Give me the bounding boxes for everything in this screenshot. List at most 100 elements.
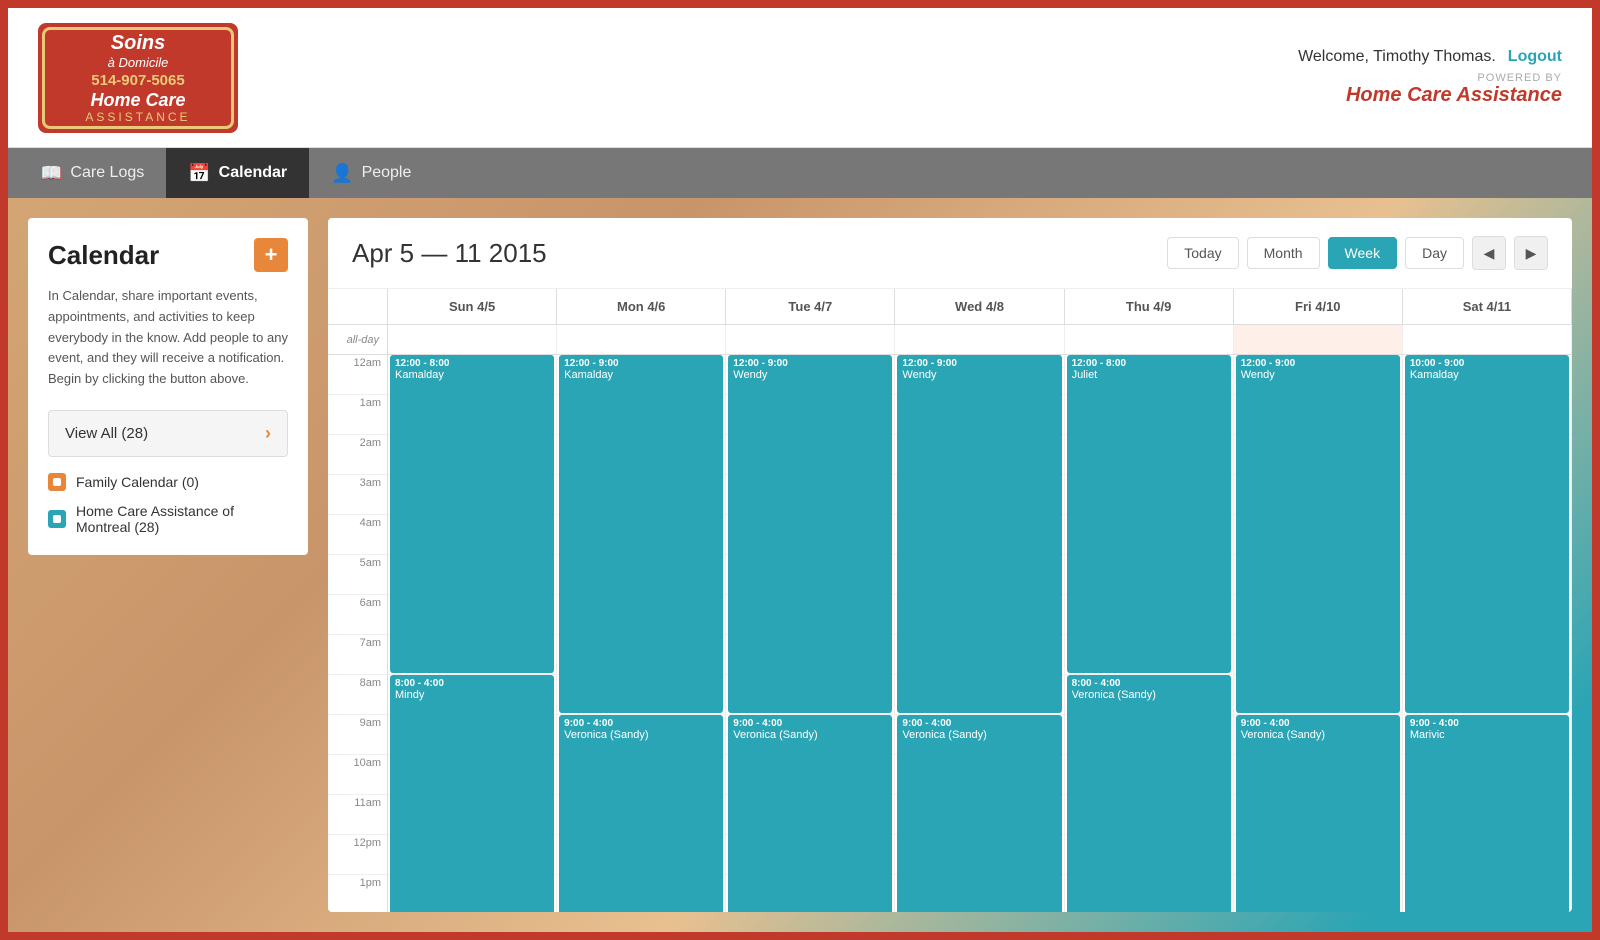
event-time-label: 8:00 - 4:00 xyxy=(1072,678,1226,689)
day-col-thu: 12:00 - 8:00Juliet8:00 - 4:00Veronica (S… xyxy=(1065,355,1234,912)
sidebar-description: In Calendar, share important events, app… xyxy=(48,286,288,390)
event-sun-Mindy[interactable]: 8:00 - 4:00Mindy xyxy=(390,675,554,912)
event-sat-Marivic[interactable]: 9:00 - 4:00Marivic xyxy=(1405,715,1569,912)
event-name-label: Kamalday xyxy=(564,369,718,381)
time-label-1am: 1am xyxy=(360,397,381,409)
event-fri-Veronica-(Sandy)[interactable]: 9:00 - 4:00Veronica (Sandy) xyxy=(1236,715,1400,912)
day-button[interactable]: Day xyxy=(1405,237,1464,269)
sidebar-title-row: Calendar + xyxy=(48,238,288,272)
nav-item-people[interactable]: 👤 People xyxy=(309,148,433,198)
time-label-1pm: 1pm xyxy=(360,877,381,889)
event-time-label: 10:00 - 9:00 xyxy=(1410,358,1564,369)
nav-item-calendar[interactable]: 📅 Calendar xyxy=(166,148,309,198)
powered-brand: Home Care Assistance xyxy=(1346,84,1562,107)
event-name-label: Kamalday xyxy=(1410,369,1564,381)
event-name-label: Kamalday xyxy=(395,369,549,381)
event-wed-Wendy[interactable]: 12:00 - 9:00Wendy xyxy=(897,355,1061,713)
family-calendar-label: Family Calendar (0) xyxy=(76,474,199,490)
prev-button[interactable]: ◀ xyxy=(1472,236,1506,270)
event-time-label: 12:00 - 8:00 xyxy=(395,358,549,369)
family-calendar-dot xyxy=(48,473,66,491)
event-mon-Veronica-(Sandy)[interactable]: 9:00 - 4:00Veronica (Sandy) xyxy=(559,715,723,912)
nav-bar: 📖 Care Logs 📅 Calendar 👤 People xyxy=(8,148,1592,198)
all-day-mon xyxy=(557,325,726,354)
day-header-sat: Sat 4/11 xyxy=(1403,289,1572,324)
event-time-label: 12:00 - 8:00 xyxy=(1072,358,1226,369)
hca-calendar-dot xyxy=(48,510,66,528)
time-label-5am: 5am xyxy=(360,557,381,569)
event-wed-Veronica-(Sandy)[interactable]: 9:00 - 4:00Veronica (Sandy) xyxy=(897,715,1061,912)
event-tue-Veronica-(Sandy)[interactable]: 9:00 - 4:00Veronica (Sandy) xyxy=(728,715,892,912)
all-day-label: all-day xyxy=(328,325,388,354)
add-event-button[interactable]: + xyxy=(254,238,288,272)
powered-by-label: POWERED BY xyxy=(1346,72,1562,84)
calendar-date-range: Apr 5 — 11 2015 xyxy=(352,238,547,269)
logo-phone: 514-907-5065 xyxy=(91,72,184,89)
event-time-label: 12:00 - 9:00 xyxy=(902,358,1056,369)
time-label-9am: 9am xyxy=(360,717,381,729)
event-time-label: 12:00 - 9:00 xyxy=(733,358,887,369)
time-slot-7am: 7am xyxy=(328,635,388,675)
week-button[interactable]: Week xyxy=(1328,237,1398,269)
calendar-panel: Apr 5 — 11 2015 Today Month Week Day ◀ ▶ xyxy=(328,218,1572,912)
event-fri-Wendy[interactable]: 12:00 - 9:00Wendy xyxy=(1236,355,1400,713)
logo-a-domicile: à Domicile xyxy=(108,55,169,70)
event-time-label: 9:00 - 4:00 xyxy=(564,718,718,729)
event-time-label: 9:00 - 4:00 xyxy=(1241,718,1395,729)
calendar-sources: Family Calendar (0) Home Care Assistance… xyxy=(48,473,288,535)
time-slot-12pm: 12pm xyxy=(328,835,388,875)
logout-link[interactable]: Logout xyxy=(1508,48,1562,66)
today-button[interactable]: Today xyxy=(1167,237,1238,269)
calendar-grid[interactable]: Sun 4/5 Mon 4/6 Tue 4/7 Wed 4/8 Thu 4/9 … xyxy=(328,289,1572,912)
calendar-source-family: Family Calendar (0) xyxy=(48,473,288,491)
event-tue-Wendy[interactable]: 12:00 - 9:00Wendy xyxy=(728,355,892,713)
event-sat-Kamalday[interactable]: 10:00 - 9:00Kamalday xyxy=(1405,355,1569,713)
time-slot-10am: 10am xyxy=(328,755,388,795)
event-name-label: Mindy xyxy=(395,689,549,701)
view-all-arrow-icon: › xyxy=(265,423,271,444)
day-header-sun: Sun 4/5 xyxy=(388,289,557,324)
header-right: Welcome, Timothy Thomas. Logout POWERED … xyxy=(1298,48,1562,107)
all-day-wed xyxy=(895,325,1064,354)
time-label-3am: 3am xyxy=(360,477,381,489)
logo-homecare: Home Care xyxy=(90,91,185,111)
time-header-spacer xyxy=(328,289,388,324)
time-slot-6am: 6am xyxy=(328,595,388,635)
event-name-label: Juliet xyxy=(1072,369,1226,381)
welcome-message: Welcome, Timothy Thomas. xyxy=(1298,48,1496,66)
event-thu-Juliet[interactable]: 12:00 - 8:00Juliet xyxy=(1067,355,1231,673)
event-mon-Kamalday[interactable]: 12:00 - 9:00Kamalday xyxy=(559,355,723,713)
logo-assistance: ASSISTANCE xyxy=(85,110,190,124)
time-slot-12am: 12am xyxy=(328,355,388,395)
all-day-tue xyxy=(726,325,895,354)
event-time-label: 9:00 - 4:00 xyxy=(1410,718,1564,729)
sidebar-card: Calendar + In Calendar, share important … xyxy=(28,218,308,555)
view-all-button[interactable]: View All (28) › xyxy=(48,410,288,457)
care-logs-icon: 📖 xyxy=(40,163,62,184)
time-grid: 12am1am2am3am4am5am6am7am8am9am10am11am1… xyxy=(328,355,1572,912)
event-name-label: Wendy xyxy=(1241,369,1395,381)
day-col-tue: 12:00 - 9:00Wendy9:00 - 4:00Veronica (Sa… xyxy=(726,355,895,912)
event-name-label: Veronica (Sandy) xyxy=(733,729,887,741)
time-label-8am: 8am xyxy=(360,677,381,689)
nav-item-care-logs[interactable]: 📖 Care Logs xyxy=(18,148,166,198)
calendar-controls: Today Month Week Day ◀ ▶ xyxy=(1167,236,1548,270)
content-area: Calendar + In Calendar, share important … xyxy=(8,198,1592,932)
nav-label-people: People xyxy=(362,164,412,182)
all-day-fri xyxy=(1234,325,1403,354)
all-day-row: all-day xyxy=(328,325,1572,355)
time-label-10am: 10am xyxy=(353,757,381,769)
next-button[interactable]: ▶ xyxy=(1514,236,1548,270)
event-thu-Veronica-(Sandy)[interactable]: 8:00 - 4:00Veronica (Sandy) xyxy=(1067,675,1231,912)
event-name-label: Wendy xyxy=(733,369,887,381)
event-sun-Kamalday[interactable]: 12:00 - 8:00Kamalday xyxy=(390,355,554,673)
day-header-tue: Tue 4/7 xyxy=(726,289,895,324)
time-label-12pm: 12pm xyxy=(353,837,381,849)
time-slot-1am: 1am xyxy=(328,395,388,435)
time-label-12am: 12am xyxy=(353,357,381,369)
time-column: 12am1am2am3am4am5am6am7am8am9am10am11am1… xyxy=(328,355,388,912)
month-button[interactable]: Month xyxy=(1247,237,1320,269)
day-col-wed: 12:00 - 9:00Wendy9:00 - 4:00Veronica (Sa… xyxy=(895,355,1064,912)
event-name-label: Wendy xyxy=(902,369,1056,381)
app-wrapper: Soins à Domicile 514-907-5065 Home Care … xyxy=(8,8,1592,932)
